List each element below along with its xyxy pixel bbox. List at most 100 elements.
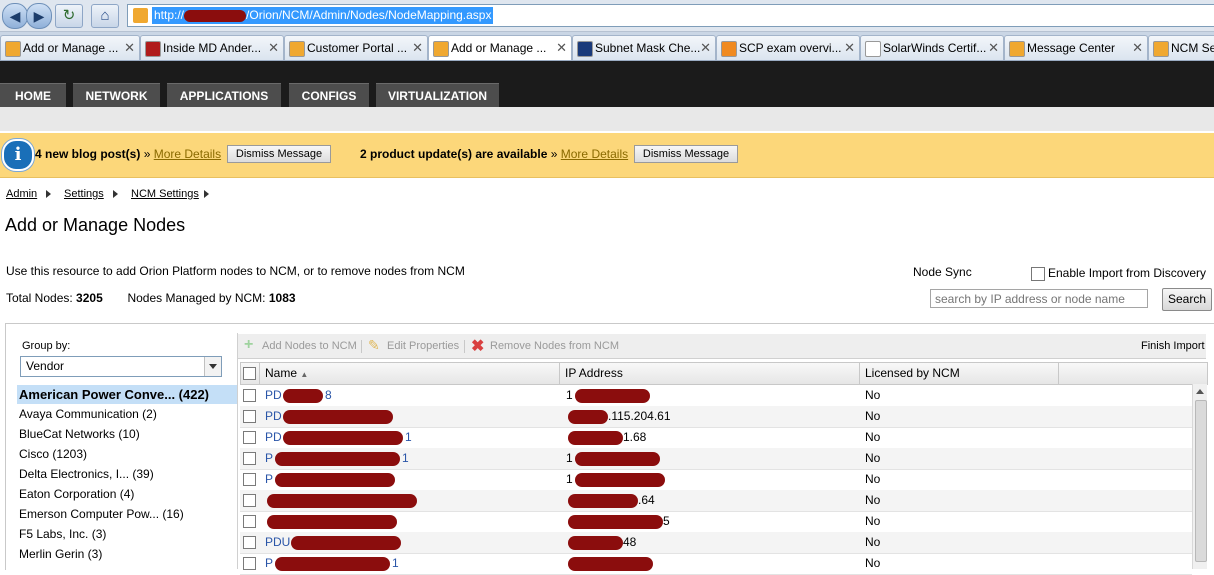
node-name-link[interactable]: P (265, 553, 273, 574)
browser-tab[interactable]: Customer Portal ... ✕ (284, 35, 428, 60)
dismiss-blog-button[interactable]: Dismiss Message (227, 145, 331, 163)
close-icon[interactable]: ✕ (844, 36, 855, 60)
row-checkbox[interactable] (243, 389, 256, 402)
table-row[interactable]: P 1 No (240, 469, 1192, 491)
row-checkbox[interactable] (243, 452, 256, 465)
group-item[interactable]: BlueCat Networks (10) (17, 425, 237, 444)
table-row[interactable]: P 1 No (240, 553, 1192, 575)
tab-label: Message Center (1027, 41, 1116, 55)
app-header: HOME NETWORK APPLICATIONS CONFIGS VIRTUA… (0, 61, 1214, 108)
breadcrumb-admin[interactable]: Admin (6, 188, 37, 200)
close-icon[interactable]: ✕ (988, 36, 999, 60)
grid-scrollbar[interactable] (1192, 384, 1207, 569)
redaction-mark (283, 410, 393, 424)
updates-more-details-link[interactable]: More Details (561, 147, 628, 161)
browser-tab[interactable]: NCM Se (1148, 35, 1214, 60)
group-item[interactable]: F5 Labs, Inc. (3) (17, 525, 237, 544)
group-by-select[interactable]: Vendor (20, 356, 222, 377)
tab-label: SCP exam overvi... (739, 41, 842, 55)
chevron-down-icon[interactable] (204, 357, 221, 376)
browser-tab[interactable]: Subnet Mask Che... ✕ (572, 35, 716, 60)
close-icon[interactable]: ✕ (124, 36, 135, 60)
table-row[interactable]: 5 No (240, 511, 1192, 533)
nav-configs[interactable]: CONFIGS (289, 83, 369, 108)
table-row[interactable]: .64 No (240, 490, 1192, 512)
address-bar[interactable]: http:///Orion/NCM/Admin/Nodes/NodeMappin… (127, 4, 1214, 27)
browser-tab[interactable]: Add or Manage ... ✕ (0, 35, 140, 60)
group-item[interactable]: Cisco (1203) (17, 445, 237, 464)
finish-import-button[interactable]: Finish Import (1141, 340, 1205, 352)
enable-import-label[interactable]: Enable Import from Discovery (1048, 266, 1206, 280)
pencil-icon: ✎ (368, 337, 380, 353)
close-icon[interactable]: ✕ (1132, 36, 1143, 60)
column-header-ip[interactable]: IP Address (565, 362, 623, 384)
row-checkbox[interactable] (243, 410, 256, 423)
browser-tab[interactable]: Message Center ✕ (1004, 35, 1148, 60)
search-button[interactable]: Search (1162, 288, 1212, 311)
breadcrumb-settings[interactable]: Settings (64, 188, 104, 200)
group-item[interactable]: Merlin Gerin (3) (17, 545, 237, 564)
table-row[interactable]: PDU 48 No (240, 532, 1192, 554)
browser-tab[interactable]: SolarWinds Certif... ✕ (860, 35, 1004, 60)
node-name-tail[interactable]: 1 (392, 553, 399, 574)
column-divider (259, 362, 260, 384)
node-name-link[interactable]: PD (265, 427, 282, 448)
dismiss-updates-button[interactable]: Dismiss Message (634, 145, 738, 163)
browser-tab[interactable]: Add or Manage ... ✕ (428, 35, 572, 60)
sort-asc-icon: ▲ (300, 370, 309, 379)
browser-tab[interactable]: SCP exam overvi... ✕ (716, 35, 860, 60)
node-name-link[interactable]: P (265, 469, 273, 490)
table-row[interactable]: PD 1 1.68 No (240, 427, 1192, 449)
group-item[interactable]: Delta Electronics, I... (39) (17, 465, 237, 484)
nav-home[interactable]: HOME (0, 83, 66, 108)
nav-virtualization[interactable]: VIRTUALIZATION (376, 83, 499, 108)
table-row[interactable]: PD .115.204.61 No (240, 406, 1192, 428)
group-item[interactable]: American Power Conve... (422) (17, 385, 237, 404)
row-checkbox[interactable] (243, 431, 256, 444)
group-item[interactable]: Eaton Corporation (4) (17, 485, 237, 504)
row-checkbox[interactable] (243, 557, 256, 570)
node-name-link[interactable]: PD (265, 406, 282, 427)
column-header-name[interactable]: Name ▲ (265, 362, 308, 384)
node-name-tail[interactable]: 1 (405, 427, 412, 448)
row-checkbox[interactable] (243, 515, 256, 528)
redaction-mark (568, 431, 623, 445)
group-item[interactable]: Emerson Computer Pow... (16) (17, 505, 237, 524)
node-name-link[interactable]: P (265, 448, 273, 469)
tab-favicon-icon (5, 41, 21, 57)
back-icon[interactable]: ◀ (2, 3, 28, 29)
column-header-licensed[interactable]: Licensed by NCM (865, 362, 960, 384)
select-all-checkbox[interactable] (243, 367, 256, 380)
browser-tab[interactable]: Inside MD Ander... ✕ (140, 35, 284, 60)
row-checkbox[interactable] (243, 494, 256, 507)
add-nodes-button[interactable]: Add Nodes to NCM (262, 340, 357, 352)
remove-nodes-button[interactable]: Remove Nodes from NCM (490, 340, 619, 352)
table-row[interactable]: PD 8 1 No (240, 385, 1192, 407)
close-icon[interactable]: ✕ (268, 36, 279, 60)
close-icon[interactable]: ✕ (556, 36, 567, 60)
scroll-thumb[interactable] (1195, 400, 1207, 562)
enable-import-checkbox[interactable] (1031, 267, 1045, 281)
search-input[interactable] (930, 289, 1148, 308)
node-name-tail[interactable]: 1 (402, 448, 409, 469)
node-name-link[interactable]: PD (265, 385, 282, 406)
licensed-value: No (865, 472, 881, 486)
row-checkbox[interactable] (243, 473, 256, 486)
close-icon[interactable]: ✕ (700, 36, 711, 60)
blog-more-details-link[interactable]: More Details (154, 147, 221, 161)
refresh-icon[interactable]: ↻ (55, 4, 83, 28)
forward-icon[interactable]: ▶ (26, 3, 52, 29)
group-item[interactable]: Avaya Communication (2) (17, 405, 237, 424)
node-name-tail[interactable]: 8 (325, 385, 332, 406)
scroll-up-icon[interactable] (1196, 389, 1204, 394)
nav-applications[interactable]: APPLICATIONS (167, 83, 281, 108)
nav-network[interactable]: NETWORK (73, 83, 160, 108)
edit-properties-button[interactable]: Edit Properties (387, 340, 459, 352)
node-name-link[interactable]: PDU (265, 532, 290, 553)
home-icon[interactable]: ⌂ (91, 4, 119, 28)
row-checkbox[interactable] (243, 536, 256, 549)
close-icon[interactable]: ✕ (412, 36, 423, 60)
toolbar-divider (361, 340, 362, 353)
breadcrumb-ncm-settings[interactable]: NCM Settings (131, 188, 199, 200)
table-row[interactable]: P 1 1 No (240, 448, 1192, 470)
